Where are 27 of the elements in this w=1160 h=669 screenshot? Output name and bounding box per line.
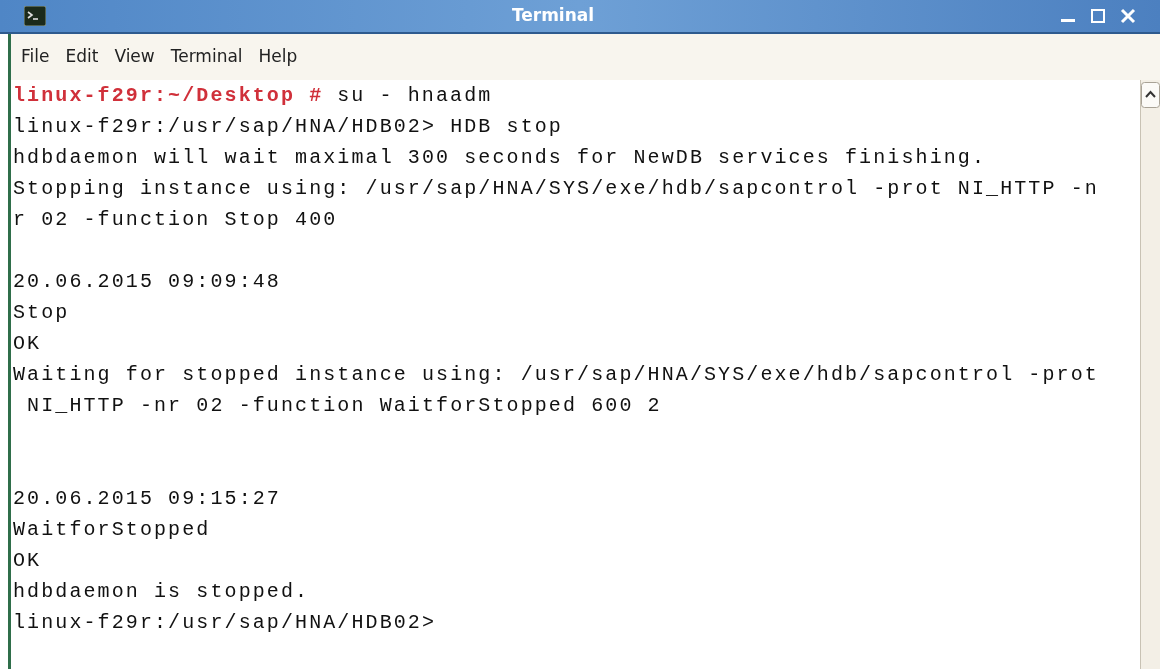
scrollbar[interactable] (1140, 80, 1160, 669)
menu-item[interactable]: Edit (59, 44, 105, 70)
command-text: su - hnaadm (337, 83, 493, 109)
output-line: hdbdaemon will wait maximal 300 seconds for NewDB services finishing. (13, 145, 987, 171)
output-line: OK (13, 548, 42, 574)
output-line: 20.06.2015 09:09:48 (13, 269, 281, 295)
terminal-icon (24, 6, 46, 26)
output-line: linux-f29r:/usr/sap/HNA/HDB02> HDB stop (13, 114, 563, 140)
output-line: Stop (13, 300, 70, 326)
output-line: WaitforStopped (13, 517, 211, 543)
close-icon[interactable] (1120, 8, 1136, 24)
output-line: Stopping instance using: /usr/sap/HNA/SYS/exe/hdb/sapcontrol -prot NI_HTTP -n (13, 176, 1099, 202)
menu-item[interactable]: Help (252, 44, 304, 70)
menu-item[interactable]: View (108, 44, 161, 70)
menu-item[interactable]: File (15, 44, 56, 70)
output-line: NI_HTTP -nr 02 -function WaitforStopped 600 2 (26, 393, 662, 419)
output-line: hdbdaemon is stopped. (13, 579, 310, 605)
menu-item[interactable]: Terminal (164, 44, 249, 70)
shell-prompt: linux-f29r:~/Desktop # (13, 83, 324, 109)
output-line: linux-f29r:/usr/sap/HNA/HDB02> (13, 610, 437, 636)
maximize-icon[interactable] (1090, 8, 1106, 24)
output-line: r 02 -function Stop 400 (13, 207, 338, 233)
output-line: OK (13, 331, 42, 357)
window-title: Terminal (511, 4, 595, 28)
output-line: 20.06.2015 09:15:27 (13, 486, 281, 512)
scroll-up-icon[interactable] (1141, 82, 1160, 108)
output-line: Waiting for stopped instance using: /usr/sap/HNA/SYS/exe/hdb/sapcontrol -prot (13, 362, 1099, 388)
